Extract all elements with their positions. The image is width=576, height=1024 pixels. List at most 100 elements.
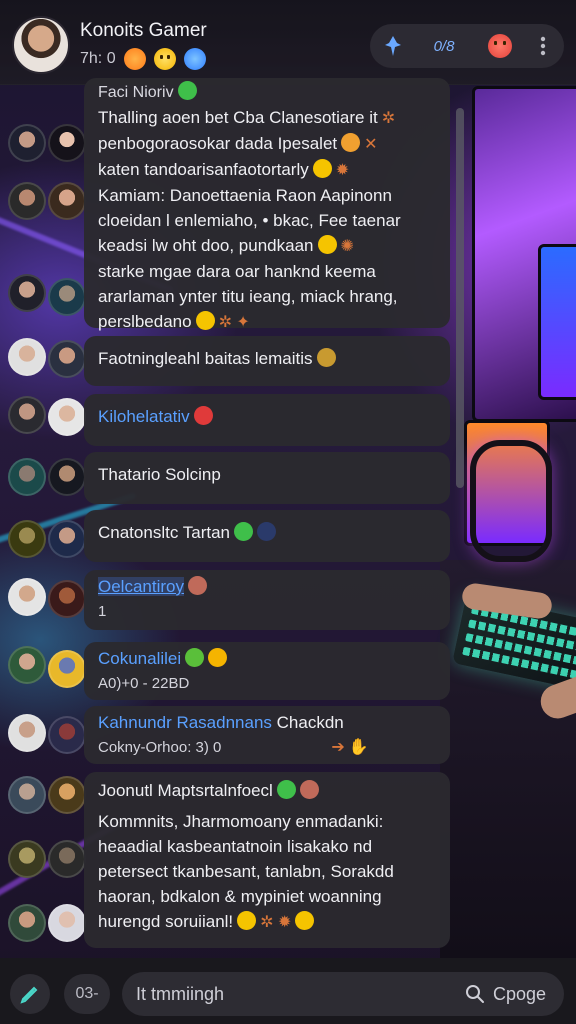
kiss-emoji-icon (208, 648, 228, 667)
message-line: perslbedano ✲ ✦ (98, 309, 436, 335)
message-line: ararlaman ynter titu ieang, miack hrang, (98, 287, 398, 306)
message-bubble[interactable]: Oelcantiroy 1 (84, 570, 450, 630)
avatar[interactable] (48, 520, 86, 558)
message-bubble[interactable]: Faci Nioriv Thalling aoen bet Cba Clanes… (84, 78, 450, 331)
message-bubble[interactable]: Cnatonsltc Tartan (84, 510, 450, 562)
avatar-emoji-icon (299, 780, 319, 799)
pin-icon[interactable] (370, 24, 416, 68)
more-vertical-icon[interactable] (528, 24, 558, 68)
message-line: Kilohelatativ (98, 404, 436, 429)
avatar[interactable] (8, 124, 46, 162)
message-input[interactable]: It tmmiingh Cpoge (122, 972, 564, 1016)
message-line: Faci Nioriv (98, 80, 436, 105)
avatar[interactable] (8, 274, 46, 312)
chat-scrollbar[interactable] (456, 108, 464, 488)
message-bubble[interactable]: Kilohelatativ (84, 394, 450, 446)
arrow-icon: ➔ (331, 739, 345, 756)
blue-face-icon (183, 48, 206, 70)
search-button[interactable]: Cpoge (465, 984, 546, 1005)
message-line: Kahnundr Rasadnnans Chackdn (98, 710, 436, 735)
sender-suffix: Chackdn (271, 713, 344, 732)
channel-title[interactable]: Konoits Gamer (80, 20, 207, 42)
channel-subtitle: 7h: 0 (80, 50, 116, 67)
participant-avatars (6, 84, 86, 954)
message-bubble[interactable]: Cokunalilei A0)+0 - 22BD (84, 642, 450, 700)
avatar-emoji-icon (187, 576, 207, 595)
globe-emoji-icon (256, 522, 276, 541)
avatar[interactable] (48, 580, 86, 618)
reaction-count[interactable]: 0/8 (416, 24, 472, 68)
channel-subtitle-row: 7h: 0 (80, 48, 206, 70)
grin-emoji-icon (312, 159, 332, 178)
message-title: Joonutl Maptsrtalnfoecl (98, 778, 436, 803)
character-counter[interactable]: 03- (64, 974, 110, 1014)
sick-emoji-icon (185, 648, 205, 667)
message-line: Kommnits, Jharmomoany enmadanki: (98, 812, 384, 831)
emoji-icon (316, 348, 336, 367)
avatar[interactable] (48, 650, 86, 688)
message-meta: 1 (98, 603, 107, 620)
sender-name[interactable]: Oelcantiroy (98, 577, 184, 596)
avatar[interactable] (8, 646, 46, 684)
chat-header: Konoits Gamer 7h: 0 0/8 (0, 0, 576, 85)
message-line: Oelcantiroy (98, 574, 436, 599)
message-line: heaadial kasbeantatnoin lisakako nd (98, 837, 373, 856)
avatar[interactable] (8, 578, 46, 616)
message-line: hurengd soruiianl! ✲ ✹ (98, 909, 436, 935)
message-meta: A0)+0 - 22BD (98, 675, 190, 692)
message-bubble[interactable]: Thatario Solcinp (84, 452, 450, 504)
smiley-red-icon[interactable] (472, 24, 528, 68)
avatar[interactable] (48, 716, 86, 754)
avatar[interactable] (48, 840, 86, 878)
monitor (538, 244, 576, 400)
avatar[interactable] (48, 904, 86, 942)
avatar[interactable] (8, 840, 46, 878)
avatar[interactable] (8, 714, 46, 752)
channel-avatar[interactable] (12, 16, 70, 74)
avatar[interactable] (8, 396, 46, 434)
avatar[interactable] (8, 458, 46, 496)
avatar[interactable] (48, 458, 86, 496)
hand-icon: ✋ (348, 739, 369, 756)
laughing-emoji-icon (153, 48, 176, 70)
message-bubble[interactable]: Kahnundr Rasadnnans Chackdn Cokny-Orhoo:… (84, 706, 450, 764)
message-input-placeholder: It tmmiingh (136, 983, 225, 1004)
sparkle-icon: ✲ ✹ (260, 914, 292, 931)
search-icon (465, 985, 484, 1003)
message-meta: Cokny-Orhoo: 3) 0 ➔ ✋ (98, 735, 436, 760)
sender-name[interactable]: Cokunalilei (98, 649, 181, 668)
sparkle-icon: ✺ (340, 238, 354, 255)
avatar[interactable] (48, 776, 86, 814)
leaf-emoji-icon (276, 780, 296, 799)
emoji-icon (341, 133, 361, 152)
sparkle-icon: ✹ (335, 162, 350, 179)
message-bubble[interactable]: Faotningleahl baitas lemaitis (84, 336, 450, 386)
leaf-emoji-icon (233, 522, 253, 541)
sender-name[interactable]: Kahnundr Rasadnnans (98, 713, 272, 732)
avatar[interactable] (8, 776, 46, 814)
grin-emoji-icon (317, 235, 337, 254)
message-line: Thatario Solcinp (98, 465, 221, 484)
sender-name[interactable]: Kilohelatativ (98, 407, 190, 426)
search-label: Cpoge (492, 983, 546, 1004)
message-bubble[interactable]: Joonutl Maptsrtalnfoecl Kommnits, Jharmo… (84, 772, 450, 948)
avatar[interactable] (8, 338, 46, 376)
avatar[interactable] (48, 340, 86, 378)
composer-bar: 03- It tmmiingh Cpoge (0, 958, 576, 1024)
message-line: Cnatonsltc Tartan (98, 520, 436, 545)
sparkle-icon: ✕ (364, 136, 378, 153)
grin-emoji-icon (295, 911, 315, 930)
heart-emoji-icon (193, 406, 213, 425)
avatar[interactable] (8, 182, 46, 220)
avatar[interactable] (48, 182, 86, 220)
message-line: penbogoraosokar dada Ipesalet ✕ (98, 131, 436, 157)
message-line: haoran, bdkalon & mypiniet woanning (98, 887, 382, 906)
message-line: Kamiam: Danoettaenia Raon Aapinonn (98, 186, 392, 205)
attach-button[interactable] (10, 974, 50, 1014)
avatar[interactable] (48, 278, 86, 316)
avatar[interactable] (48, 398, 86, 436)
avatar[interactable] (8, 520, 46, 558)
avatar[interactable] (8, 904, 46, 942)
message-line: Faotningleahl baitas lemaitis (98, 346, 436, 371)
avatar[interactable] (48, 124, 86, 162)
